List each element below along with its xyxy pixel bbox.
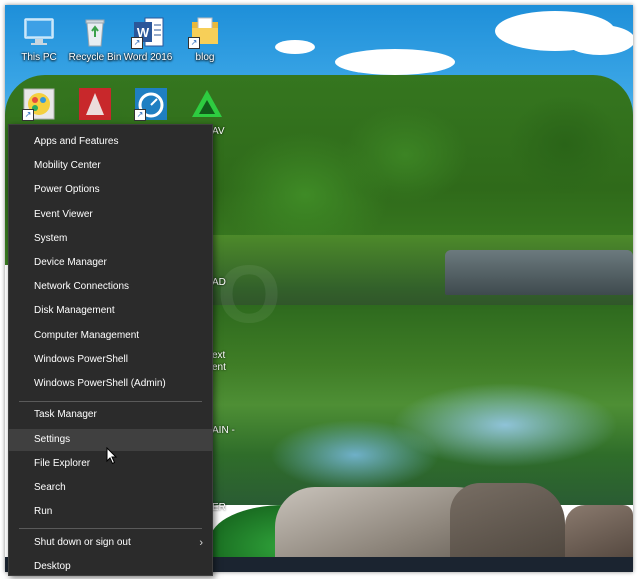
wallpaper-stone-wall <box>445 250 633 295</box>
desktop-icon-autocad[interactable] <box>65 87 125 121</box>
menu-item-network-connections[interactable]: Network Connections <box>9 276 212 298</box>
desktop-label-fragment: AV <box>212 126 225 137</box>
desktop-label-fragment: AIN - <box>212 425 235 436</box>
menu-item-power-options[interactable]: Power Options <box>9 179 212 201</box>
menu-item-device-manager[interactable]: Device Manager <box>9 252 212 274</box>
menu-item-event-viewer[interactable]: Event Viewer <box>9 204 212 226</box>
green-triangle-app-icon <box>190 87 224 121</box>
shortcut-arrow-icon: ↗ <box>188 37 200 49</box>
menu-item-label: Shut down or sign out <box>34 537 131 548</box>
shortcut-arrow-icon: ↗ <box>134 109 146 121</box>
desktop-icon-label: This PC <box>21 52 57 63</box>
autocad-icon <box>78 87 112 121</box>
desktop-icon-word[interactable]: W ↗ Word 2016 <box>118 15 178 63</box>
mouse-cursor-icon <box>106 447 118 465</box>
desktop-icon-speedometer-app[interactable]: ↗ <box>121 87 181 121</box>
desktop-icon-label: blog <box>195 52 215 63</box>
menu-item-mobility-center[interactable]: Mobility Center <box>9 155 212 177</box>
desktop-icon-green-app[interactable] <box>177 87 237 121</box>
menu-item-desktop[interactable]: Desktop <box>9 556 212 575</box>
desktop-icon-recycle-bin[interactable]: Recycle Bin <box>65 15 125 63</box>
menu-separator <box>19 528 202 529</box>
menu-item-shut-down-or-sign-out[interactable]: Shut down or sign out › <box>9 532 212 554</box>
menu-item-windows-powershell[interactable]: Windows PowerShell <box>9 349 212 371</box>
desktop-label-fragment: ext <box>212 350 226 361</box>
desktop-icon-blog[interactable]: ↗ blog <box>175 15 235 63</box>
chevron-right-icon: › <box>199 537 203 549</box>
menu-item-computer-management[interactable]: Computer Management <box>9 325 212 347</box>
speedometer-app-icon: ↗ <box>134 87 168 121</box>
paint-app-icon: ↗ <box>22 87 56 121</box>
word-icon: W ↗ <box>131 15 165 49</box>
menu-item-apps-and-features[interactable]: Apps and Features <box>9 131 212 153</box>
desktop-label-fragment: ent <box>212 362 226 373</box>
desktop-icon-this-pc[interactable]: This PC <box>9 15 69 63</box>
menu-item-windows-powershell-admin[interactable]: Windows PowerShell (Admin) <box>9 373 212 395</box>
shortcut-arrow-icon: ↗ <box>131 37 143 49</box>
shortcut-arrow-icon: ↗ <box>22 109 34 121</box>
desktop-label-fragment: ER <box>212 502 226 513</box>
this-pc-icon <box>22 15 56 49</box>
desktop-icon-label: Word 2016 <box>123 52 173 63</box>
menu-item-task-manager[interactable]: Task Manager <box>9 404 212 426</box>
folder-icon: ↗ <box>188 15 222 49</box>
menu-separator <box>19 401 202 402</box>
menu-item-disk-management[interactable]: Disk Management <box>9 300 212 322</box>
menu-item-search[interactable]: Search <box>9 477 212 499</box>
desktop-icon-paint-app[interactable]: ↗ <box>9 87 69 121</box>
desktop-label-fragment: AD <box>212 277 226 288</box>
recycle-bin-icon <box>78 15 112 49</box>
power-user-menu: Apps and Features Mobility Center Power … <box>8 124 213 576</box>
menu-item-run[interactable]: Run <box>9 501 212 523</box>
desktop-icon-label: Recycle Bin <box>68 52 122 63</box>
menu-item-system[interactable]: System <box>9 228 212 250</box>
